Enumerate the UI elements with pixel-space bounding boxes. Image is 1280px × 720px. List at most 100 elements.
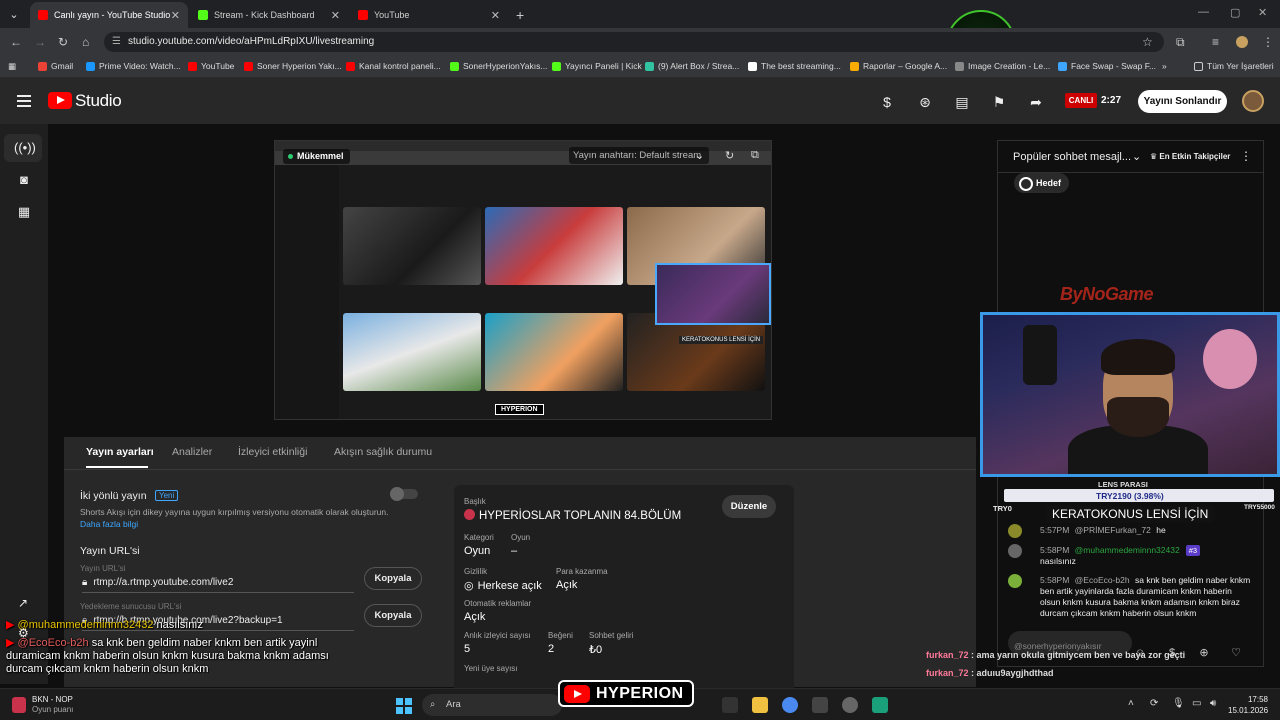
- calendar-icon[interactable]: ▦: [14, 202, 34, 222]
- tab-viewer-engagement[interactable]: İzleyici etkinliği: [238, 446, 307, 458]
- bookmark-channel-panel[interactable]: Kanal kontrol paneli...: [346, 61, 441, 71]
- bookmark-prime-video[interactable]: Prime Video: Watch...: [86, 61, 181, 71]
- studio-logo-text[interactable]: Studio: [75, 91, 122, 111]
- share-icon[interactable]: ➦: [1027, 93, 1045, 111]
- bookmark-face-swap[interactable]: Face Swap - Swap F...: [1058, 61, 1156, 71]
- chat-mode-select[interactable]: Popüler sohbet mesajl...: [1013, 151, 1131, 163]
- microphone-icon[interactable]: 🎙︎: [1172, 698, 1185, 709]
- end-stream-button[interactable]: Yayını Sonlandır: [1138, 90, 1227, 113]
- tab-youtube-studio[interactable]: Canlı yayın - YouTube Studio ✕: [30, 2, 188, 28]
- dual-stream-toggle[interactable]: [390, 487, 418, 501]
- tab-search-icon[interactable]: ⌄: [0, 0, 28, 28]
- new-tab-icon[interactable]: +: [516, 2, 524, 28]
- bookmark-icon[interactable]: ⚑: [990, 93, 1008, 111]
- settings-gear-icon[interactable]: ⚙: [18, 626, 29, 640]
- copy-backup-url-button[interactable]: Kopyala: [364, 604, 422, 627]
- expand-arrow-icon[interactable]: ↗: [18, 596, 28, 610]
- bookmark-google-analytics[interactable]: Raporlar – Google A...: [850, 61, 947, 71]
- add-icon[interactable]: ⊕: [1196, 645, 1212, 661]
- maximize-icon[interactable]: ▢: [1230, 6, 1240, 19]
- chrome-icon[interactable]: [782, 697, 798, 713]
- game-label: Oyun: [511, 533, 531, 542]
- overlay-chat-text: nasılsınız: [156, 619, 203, 631]
- bookmark-image-creation[interactable]: Image Creation - Le...: [955, 61, 1050, 71]
- dual-stream-desc-text: Shorts Akışı için dikey yayına uygun kır…: [80, 507, 389, 517]
- taskbar-clock[interactable]: 17:58 15.01.2026: [1228, 694, 1268, 716]
- tab-youtube[interactable]: YouTube ✕: [350, 2, 508, 28]
- bookmark-soner-hyperion[interactable]: Soner Hyperion Yakı...: [244, 61, 342, 71]
- copy-icon[interactable]: ⧉: [751, 149, 759, 162]
- bookmark-youtube[interactable]: YouTube: [188, 61, 234, 71]
- lens-goal-value: TRY2190 (3.98%): [1096, 491, 1164, 501]
- hamburger-menu-icon[interactable]: [17, 95, 31, 107]
- apps-grid-icon[interactable]: ▦: [8, 61, 16, 72]
- file-explorer-icon[interactable]: [752, 697, 768, 713]
- stream-url-field[interactable]: 🔒︎ rtmp://a.rtmp.youtube.com/live2: [82, 577, 354, 593]
- revenue-icon[interactable]: ⊛: [916, 93, 934, 111]
- heart-icon[interactable]: ♡: [1228, 645, 1244, 661]
- obs-icon[interactable]: [842, 697, 858, 713]
- stream-key-select[interactable]: Yayın anahtarı: Default stream: [569, 147, 709, 164]
- close-window-icon[interactable]: ✕: [1258, 6, 1267, 19]
- close-tab-icon[interactable]: ✕: [491, 9, 500, 22]
- back-icon[interactable]: ←: [10, 35, 22, 49]
- youtube-logo-icon[interactable]: [48, 92, 72, 109]
- learn-more-link[interactable]: Daha fazla bilgi: [80, 519, 138, 529]
- bookmark-streaming[interactable]: The best streaming...: [748, 61, 841, 71]
- message-author[interactable]: @PRİMEFurkan_72: [1075, 525, 1151, 535]
- forward-icon[interactable]: →: [34, 35, 46, 49]
- taskbar-app-icon[interactable]: [722, 697, 738, 713]
- extensions-icon[interactable]: ⧉: [1176, 35, 1185, 50]
- network-icon[interactable]: ▭: [1192, 698, 1201, 709]
- youtube-icon: [188, 61, 197, 71]
- more-options-icon[interactable]: ⋮: [1240, 149, 1252, 163]
- prime-video-icon: [86, 61, 95, 71]
- live-stream-icon[interactable]: ((•)): [14, 138, 36, 158]
- top-supporters-button[interactable]: ♛ En Etkin Takipçiler: [1150, 152, 1230, 161]
- windows-start-icon[interactable]: [396, 698, 412, 714]
- goal-chip[interactable]: Hedef: [1014, 173, 1070, 193]
- message-author[interactable]: @EcoEco-b2h: [1075, 575, 1130, 585]
- tab-stream-settings[interactable]: Yayın ayarları: [86, 446, 154, 458]
- bookmark-kick-panel[interactable]: Yayıncı Paneli | Kick: [552, 61, 642, 71]
- chevron-down-icon[interactable]: ⌄: [695, 149, 704, 162]
- taskbar-app-icon[interactable]: [812, 697, 828, 713]
- media-icon[interactable]: ≡: [1212, 35, 1219, 49]
- stream-preview[interactable]: Mükemmel Yayın anahtarı: Default stream …: [274, 140, 772, 420]
- close-tab-icon[interactable]: ✕: [171, 9, 180, 22]
- monetization-settings-icon[interactable]: $: [878, 93, 896, 111]
- weather-widget[interactable]: BKN - NOP Oyun puanı: [8, 695, 73, 715]
- webcam-icon[interactable]: ◙: [14, 170, 34, 190]
- url-text: studio.youtube.com/video/aHPmLdRpIXU/liv…: [128, 36, 375, 47]
- edit-button[interactable]: Düzenle: [722, 495, 776, 518]
- all-bookmarks-folder[interactable]: Tüm Yer İşaretleri: [1194, 61, 1274, 71]
- close-tab-icon[interactable]: ✕: [331, 9, 340, 22]
- chevron-down-icon[interactable]: ⌄: [1132, 150, 1141, 163]
- tab-analytics[interactable]: Analizler: [172, 446, 212, 458]
- tray-chevron-icon[interactable]: ˄: [1128, 698, 1134, 709]
- stream-url-value: rtmp://a.rtmp.youtube.com/live2: [93, 577, 234, 588]
- url-input[interactable]: ☰ studio.youtube.com/video/aHPmLdRpIXU/l…: [104, 32, 1164, 52]
- copy-stream-url-button[interactable]: Kopyala: [364, 567, 422, 590]
- channel-avatar[interactable]: [1242, 90, 1264, 112]
- volume-icon[interactable]: 🔊︎: [1210, 698, 1216, 709]
- profile-avatar[interactable]: [1236, 36, 1248, 48]
- bookmark-gmail[interactable]: Gmail: [38, 61, 73, 71]
- taskbar-search[interactable]: ⌕ Ara: [422, 694, 562, 716]
- home-icon[interactable]: ⌂: [82, 35, 89, 49]
- reload-icon[interactable]: ↻: [58, 35, 68, 49]
- bookmark-alert-box[interactable]: (9) Alert Box / Strea...: [645, 61, 739, 71]
- bookmark-kick-channel[interactable]: SonerHyperionYakıs...: [450, 61, 547, 71]
- tray-app-icon[interactable]: ⟳: [1150, 698, 1158, 709]
- bookmark-star-icon[interactable]: ☆: [1142, 35, 1153, 49]
- taskbar-app-icon[interactable]: [872, 697, 888, 713]
- more-bookmarks-icon[interactable]: »: [1162, 61, 1167, 71]
- browser-menu-icon[interactable]: ⋮: [1262, 35, 1274, 49]
- tab-kick-dashboard[interactable]: Stream - Kick Dashboard ✕: [190, 2, 348, 28]
- tab-stream-health[interactable]: Akışın sağlık durumu: [334, 446, 432, 458]
- message-author[interactable]: @muhammedeminnn32432: [1075, 545, 1180, 555]
- overlay-icon[interactable]: ▤: [953, 93, 971, 111]
- minimize-icon[interactable]: —: [1198, 6, 1209, 18]
- site-info-icon[interactable]: ☰: [112, 32, 121, 52]
- refresh-icon[interactable]: ↻: [725, 149, 734, 162]
